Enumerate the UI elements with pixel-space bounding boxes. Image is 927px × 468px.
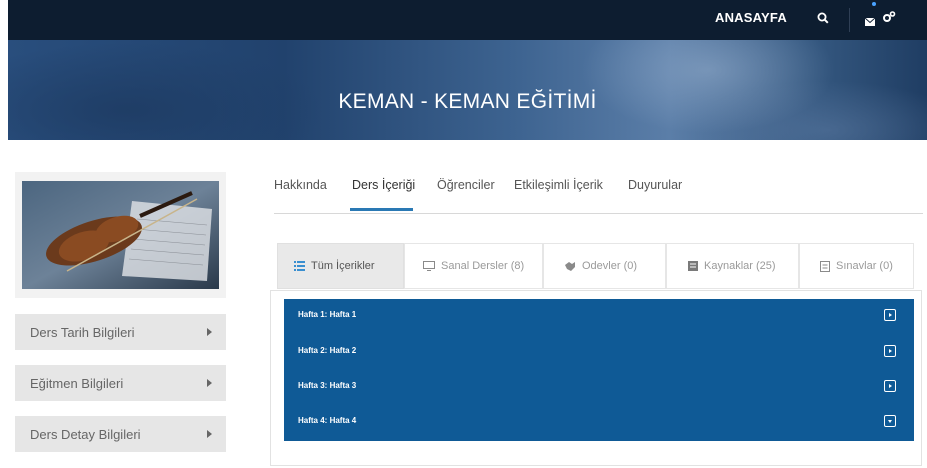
course-title: KEMAN - KEMAN EĞİTİMİ (338, 90, 597, 113)
sidebar-item-instructor[interactable]: Eğitmen Bilgileri (15, 365, 226, 401)
filter-resources[interactable]: Kaynaklar (25) (666, 243, 799, 289)
week-label: Hafta 1: Hafta 1 (298, 310, 357, 319)
active-tab-indicator (350, 208, 413, 211)
filter-label: Tüm İçerikler (311, 260, 375, 272)
search-icon[interactable] (817, 11, 829, 29)
tab-interactive-content[interactable]: Etkileşimli İçerik (514, 178, 603, 192)
week-label: Hafta 4: Hafta 4 (298, 416, 357, 425)
chevron-right-icon (207, 430, 212, 438)
list-icon (294, 261, 305, 271)
book-icon (688, 261, 698, 271)
puzzle-icon (565, 261, 575, 271)
sidebar-item-label: Eğitmen Bilgileri (30, 376, 124, 391)
week-label: Hafta 3: Hafta 3 (298, 381, 357, 390)
filter-all-content[interactable]: Tüm İçerikler (277, 243, 404, 289)
filter-virtual-lessons[interactable]: Sanal Dersler (8) (404, 243, 543, 289)
expand-icon[interactable] (884, 380, 896, 392)
course-banner: KEMAN - KEMAN EĞİTİMİ (8, 40, 927, 140)
filter-label: Sanal Dersler (8) (441, 260, 525, 272)
document-icon (820, 260, 830, 272)
filter-assignments[interactable]: Odevler (0) (543, 243, 666, 289)
filter-exams[interactable]: Sınavlar (0) (799, 243, 914, 289)
week-label: Hafta 2: Hafta 2 (298, 346, 357, 355)
tab-course-content[interactable]: Ders İçeriği (352, 178, 415, 192)
filter-label: Kaynaklar (25) (704, 260, 776, 272)
chevron-right-icon (207, 328, 212, 336)
sidebar-item-course-details[interactable]: Ders Detay Bilgileri (15, 416, 226, 452)
sidebar-item-label: Ders Tarih Bilgileri (30, 325, 135, 340)
monitor-icon (423, 261, 435, 271)
expand-icon[interactable] (884, 345, 896, 357)
expand-icon[interactable] (884, 309, 896, 321)
filter-label: Odevler (0) (582, 260, 638, 272)
chevron-right-icon (207, 379, 212, 387)
sidebar-item-course-dates[interactable]: Ders Tarih Bilgileri (15, 314, 226, 350)
week-row-2[interactable]: Hafta 2: Hafta 2 (284, 335, 914, 371)
mail-icon[interactable] (864, 13, 876, 31)
collapse-icon[interactable] (884, 415, 896, 427)
week-list: Hafta 1: Hafta 1 Hafta 2: Hafta 2 Hafta … (284, 299, 914, 441)
violin-image (15, 172, 226, 298)
gear-icon[interactable] (882, 10, 896, 29)
content-filter-bar: Tüm İçerikler Sanal Dersler (8) Odevler … (277, 243, 914, 289)
filter-label: Sınavlar (0) (836, 260, 893, 272)
top-navbar (8, 0, 927, 40)
week-row-1[interactable]: Hafta 1: Hafta 1 (284, 299, 914, 335)
sidebar-item-label: Ders Detay Bilgileri (30, 427, 141, 442)
week-row-4[interactable]: Hafta 4: Hafta 4 (284, 405, 914, 441)
week-row-3[interactable]: Hafta 3: Hafta 3 (284, 370, 914, 406)
tab-students[interactable]: Öğrenciler (437, 178, 495, 192)
home-link[interactable]: ANASAYFA (715, 10, 787, 25)
tab-announcements[interactable]: Duyurular (628, 178, 682, 192)
tab-about[interactable]: Hakkında (274, 178, 327, 192)
notification-dot (872, 2, 876, 6)
navbar-divider (849, 8, 850, 32)
